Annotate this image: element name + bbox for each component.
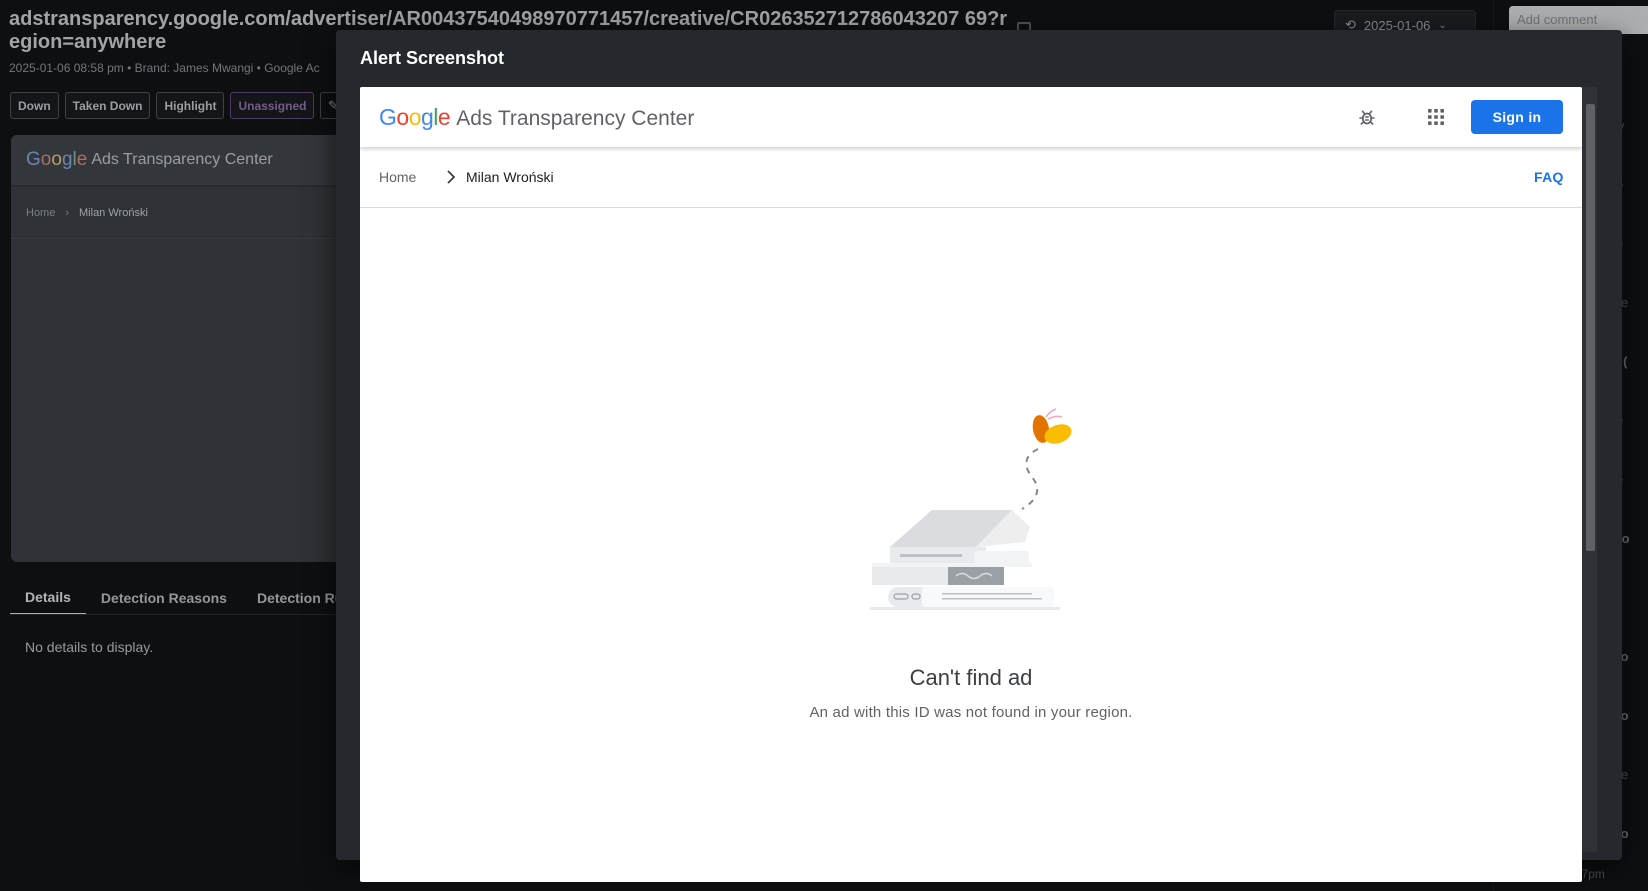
alert-screenshot-modal: Alert Screenshot Google Ads Transparency… — [336, 30, 1622, 882]
breadcrumb-advertiser: Milan Wroński — [466, 169, 554, 185]
butterfly-icon — [1032, 408, 1072, 444]
chevron-right-icon — [447, 170, 456, 184]
screenshot-viewport[interactable]: Google Ads Transparency Center Sign in H… — [360, 87, 1582, 882]
faq-link[interactable]: FAQ — [1534, 169, 1564, 185]
apps-grid-icon[interactable] — [1427, 108, 1445, 126]
modal-title: Alert Screenshot — [360, 48, 505, 68]
google-logo[interactable]: Google Ads Transparency Center — [379, 104, 694, 131]
breadcrumb: Home Milan Wroński FAQ — [360, 147, 1582, 208]
sign-in-button[interactable]: Sign in — [1471, 100, 1563, 134]
google-wordmark: Google — [379, 104, 451, 130]
books-butterfly-illustration — [870, 408, 1072, 610]
product-name: Ads Transparency Center — [456, 107, 695, 130]
not-found-message: An ad with this ID was not found in your… — [809, 704, 1133, 721]
scrollbar-thumb[interactable] — [1586, 104, 1595, 551]
bug-report-icon[interactable] — [1357, 107, 1377, 127]
cant-find-ad-heading: Can't find ad — [909, 665, 1033, 690]
breadcrumb-home-link[interactable]: Home — [379, 169, 416, 185]
google-header: Google Ads Transparency Center Sign in — [360, 87, 1582, 147]
google-ads-transparency-page: Google Ads Transparency Center Sign in H… — [360, 87, 1582, 882]
